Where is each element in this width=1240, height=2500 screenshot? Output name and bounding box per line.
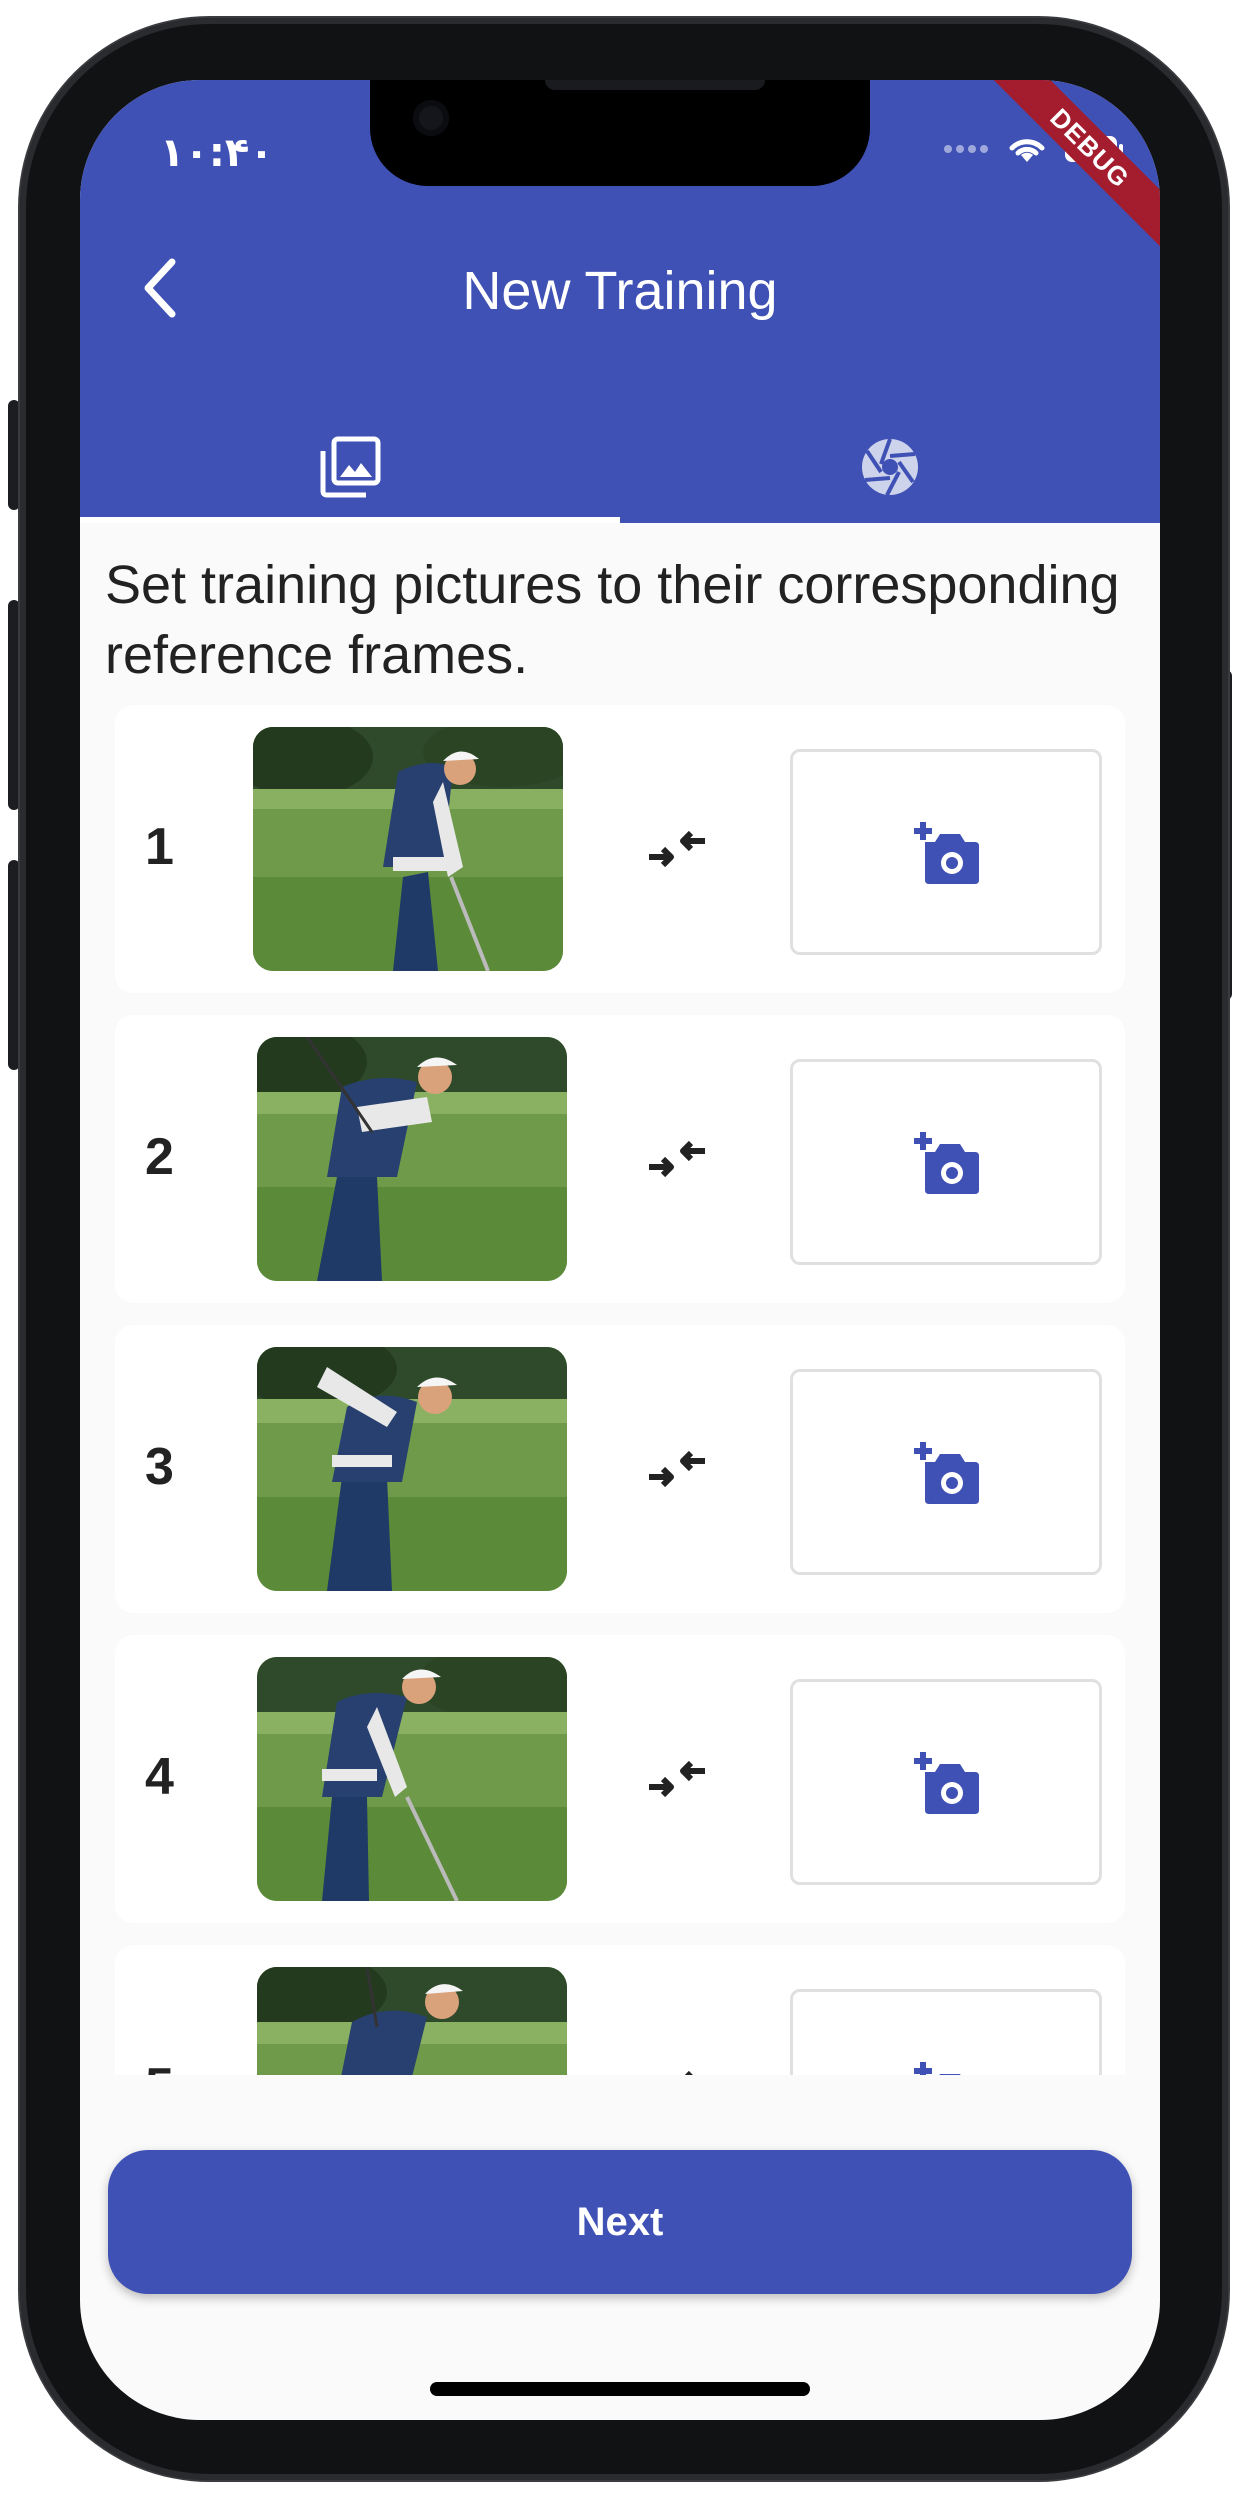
golfer-photo [257, 1657, 567, 1901]
frame-number: 4 [145, 1748, 174, 1806]
add-photo-slot[interactable] [790, 1059, 1102, 1265]
frame-number: 3 [145, 1438, 174, 1496]
speaker-grille [545, 80, 765, 90]
reference-frame-image [257, 1657, 567, 1901]
notch [370, 80, 870, 186]
reference-frame-image [257, 1037, 567, 1281]
tab-indicator [80, 517, 620, 523]
reference-frame-image [253, 727, 563, 971]
tab-camera[interactable] [620, 410, 1160, 523]
swap-arrows-icon [645, 2061, 709, 2075]
golfer-photo [257, 1037, 567, 1281]
reference-frame-image [257, 1967, 567, 2075]
phone-screen: ۱۰:۴۰ DEBUG New Training Set training pi… [80, 80, 1160, 2420]
frames-list[interactable]: 1 2 3 4 [80, 705, 1160, 2075]
golfer-photo [253, 727, 563, 971]
tab-pictures[interactable] [80, 410, 620, 523]
volume-down-button [8, 860, 20, 1070]
wifi-icon [1009, 139, 1045, 162]
add-photo-slot[interactable] [790, 1989, 1102, 2075]
add-photo-slot[interactable] [790, 1369, 1102, 1575]
camera-shutter-icon [862, 437, 918, 496]
add-a-photo-icon [914, 1752, 979, 1814]
photo-library-icon [320, 436, 381, 497]
frame-number: 1 [145, 818, 174, 876]
frame-card: 3 [115, 1325, 1125, 1613]
frame-number: 5 [145, 2057, 174, 2075]
add-a-photo-icon [914, 1132, 979, 1194]
reference-frame-image [257, 1347, 567, 1591]
swap-arrows-icon [645, 1131, 709, 1187]
swap-arrows-icon [645, 1751, 709, 1807]
add-photo-slot[interactable] [790, 1679, 1102, 1885]
golfer-photo [257, 1347, 567, 1591]
silent-switch [8, 400, 20, 510]
home-indicator[interactable] [430, 2382, 810, 2396]
add-a-photo-icon [914, 2062, 961, 2075]
app-bar: ۱۰:۴۰ DEBUG New Training [80, 80, 1160, 523]
signal-dots-icon [944, 145, 988, 153]
front-camera [413, 100, 449, 136]
golfer-photo [257, 1967, 567, 2075]
next-button[interactable]: Next [108, 2150, 1132, 2294]
add-photo-slot[interactable] [790, 749, 1102, 955]
page-title: New Training [462, 261, 778, 321]
frame-card: 2 [115, 1015, 1125, 1303]
instruction-text: Set training pictures to their correspon… [105, 555, 1120, 685]
debug-banner: DEBUG [983, 80, 1160, 255]
status-time: ۱۰:۴۰ [160, 130, 274, 176]
add-a-photo-icon [914, 1442, 979, 1504]
add-a-photo-icon [914, 822, 979, 884]
frame-card: 5 [115, 1945, 1125, 2075]
frame-card: 1 [115, 705, 1125, 993]
frame-number: 2 [145, 1128, 174, 1186]
frame-card: 4 [115, 1635, 1125, 1923]
swap-arrows-icon [645, 1441, 709, 1497]
volume-up-button [8, 600, 20, 810]
swap-arrows-icon [645, 821, 709, 877]
